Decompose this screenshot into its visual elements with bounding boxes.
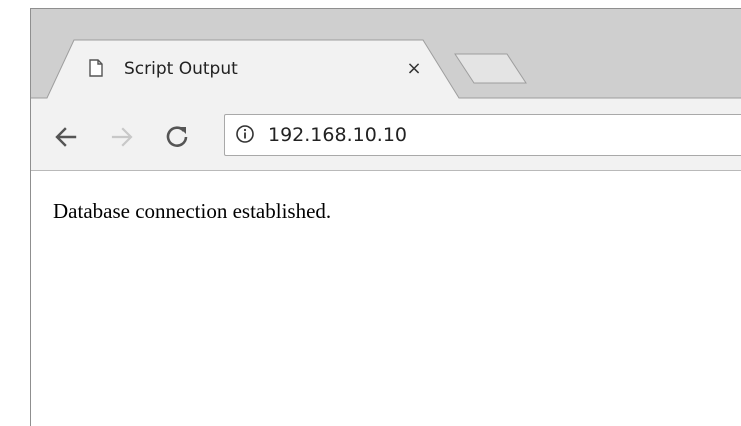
browser-window: Script Output × 192.168.10.10 Database c… xyxy=(30,8,741,426)
page-body-text: Database connection established. xyxy=(53,199,332,223)
tab-strip: Script Output × xyxy=(31,9,741,107)
address-bar[interactable]: 192.168.10.10 xyxy=(224,114,741,156)
back-arrow-icon[interactable] xyxy=(52,123,80,151)
forward-arrow-icon[interactable] xyxy=(108,123,136,151)
desktop-margin xyxy=(0,0,30,426)
url-text[interactable]: 192.168.10.10 xyxy=(268,124,407,146)
new-tab-icon[interactable] xyxy=(454,53,527,84)
page-icon xyxy=(89,59,103,77)
info-icon[interactable] xyxy=(235,124,255,144)
tab-close-icon[interactable]: × xyxy=(404,59,424,79)
tab-title[interactable]: Script Output xyxy=(124,59,238,79)
browser-toolbar: 192.168.10.10 xyxy=(31,107,741,171)
page-content: Database connection established. xyxy=(31,171,741,426)
reload-icon[interactable] xyxy=(163,123,191,151)
tab-shapes xyxy=(31,39,741,107)
